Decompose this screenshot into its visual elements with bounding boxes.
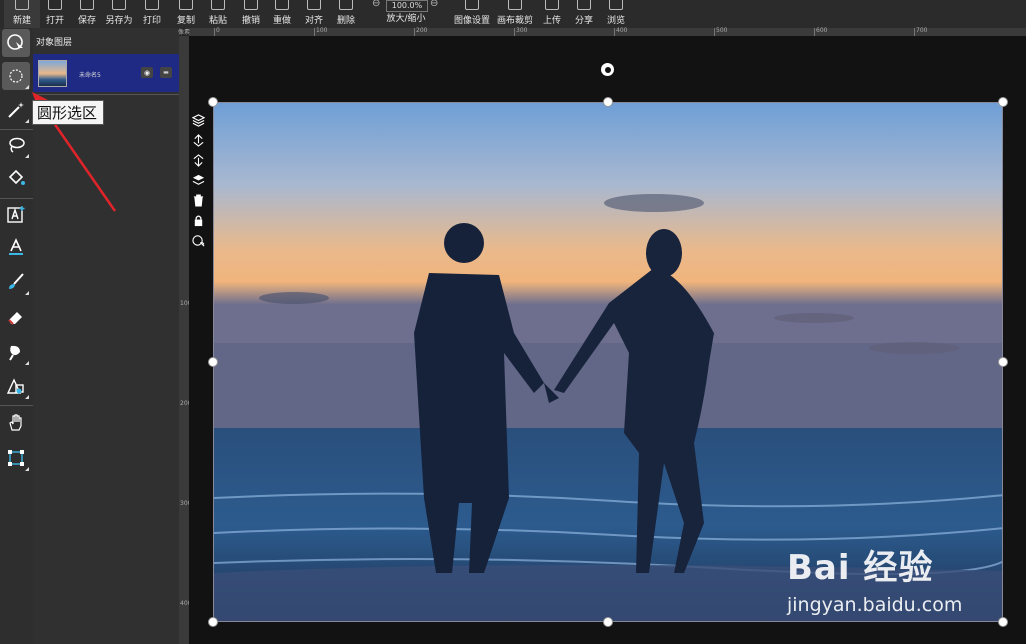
transform-tool[interactable] [2, 444, 30, 472]
bring-to-front-button[interactable] [190, 172, 206, 188]
zoom-button[interactable]: 放大/缩小 [381, 2, 431, 30]
hand-tool[interactable] [2, 409, 30, 437]
delete-object-button[interactable] [190, 192, 206, 208]
zoom-out-icon[interactable]: ⊖ [372, 0, 380, 9]
trash-icon [193, 193, 203, 207]
top-toolbar: 新建 打开 保存 另存为 打印 复制 粘贴 撤销 重做 对齐 删除 ⊖ 100.… [0, 0, 1026, 29]
resize-handle-nw[interactable] [208, 97, 218, 107]
print-icon [145, 0, 159, 10]
resize-handle-sw[interactable] [208, 617, 218, 627]
pointer-select-icon [7, 34, 23, 51]
copy-icon [179, 0, 193, 10]
browse-icon [609, 0, 623, 10]
browse-button[interactable]: 浏览 [601, 0, 631, 28]
delete-icon [339, 0, 353, 10]
baidu-watermark: Bai 经验 jingyan.baidu.com [787, 540, 962, 616]
resize-handle-se[interactable] [998, 617, 1008, 627]
upload-icon [545, 0, 559, 10]
lock-icon [194, 214, 202, 226]
transform-icon [8, 450, 24, 466]
resize-handle-n[interactable] [603, 97, 613, 107]
open-icon [48, 0, 62, 10]
share-icon [577, 0, 591, 10]
save-icon [80, 0, 94, 10]
print-button[interactable]: 打印 [137, 0, 167, 28]
smudge-icon [9, 345, 20, 361]
hand-icon [9, 414, 22, 431]
shape-tool[interactable] [2, 372, 30, 400]
resize-handle-e[interactable] [998, 357, 1008, 367]
send-backward-button[interactable] [190, 152, 206, 168]
ruler-vertical: 100 200 300 400 [179, 36, 191, 644]
upload-button[interactable]: 上传 [537, 0, 567, 28]
object-action-bar [190, 112, 206, 252]
stack-top-icon [192, 174, 204, 185]
tool-tooltip: 圆形选区 [32, 100, 104, 125]
eye-icon[interactable]: ◉ [141, 67, 153, 78]
crop-icon [508, 0, 522, 10]
share-button[interactable]: 分享 [569, 0, 599, 28]
layer-name: 未命名5 [79, 72, 101, 79]
rotate-object-button[interactable] [190, 232, 206, 248]
ruler-corner-label: 像素 [178, 29, 191, 36]
ruler-horizontal: 像素 0 100 200 300 400 500 600 700 [178, 27, 1026, 36]
crop-button[interactable]: 画布裁剪 [495, 0, 535, 28]
undo-icon [244, 0, 258, 10]
select-tool[interactable] [2, 29, 30, 57]
eraser-icon [8, 312, 22, 325]
resize-handle-s[interactable] [603, 617, 613, 627]
rotate-icon [191, 234, 204, 246]
align-button[interactable]: 对齐 [299, 0, 329, 28]
arrow-up-layer-icon [193, 133, 203, 147]
redo-button[interactable]: 重做 [267, 0, 297, 28]
zoom-in-icon[interactable]: ⊖ [430, 0, 438, 9]
eraser-tool[interactable] [2, 303, 30, 331]
paint-brush-icon [9, 273, 24, 289]
save-as-icon [112, 0, 126, 10]
resize-handle-w[interactable] [208, 357, 218, 367]
layers-panel-title: 对象图层 [36, 38, 73, 48]
text-underline-icon [9, 238, 23, 255]
paste-button[interactable]: 粘贴 [203, 0, 233, 28]
paste-icon [211, 0, 225, 10]
brush-tool[interactable] [2, 268, 30, 296]
text-style-tool[interactable] [2, 233, 30, 261]
resize-handle-ne[interactable] [998, 97, 1008, 107]
save-as-button[interactable]: 另存为 [102, 0, 136, 28]
new-file-icon [15, 0, 29, 10]
redo-icon [275, 0, 289, 10]
watermark-url: jingyan.baidu.com [787, 594, 963, 616]
shapes-icon [6, 378, 24, 394]
copy-button[interactable]: 复制 [171, 0, 201, 28]
image-settings-icon [465, 0, 479, 10]
save-button[interactable]: 保存 [72, 0, 102, 28]
open-button[interactable]: 打开 [40, 0, 70, 28]
delete-button[interactable]: 删除 [331, 0, 361, 28]
watermark-brand: Bai 经验 [787, 548, 934, 588]
layers-icon [191, 113, 205, 127]
image-settings-button[interactable]: 图像设置 [452, 0, 492, 28]
arrow-down-layer-icon [193, 153, 203, 167]
bring-forward-button[interactable] [190, 132, 206, 148]
layer-order-button[interactable] [190, 112, 206, 128]
lock-object-button[interactable] [190, 212, 206, 228]
new-button[interactable]: 新建 [4, 0, 40, 28]
folder-icon[interactable]: ▬ [160, 67, 172, 78]
rotate-handle[interactable] [601, 63, 614, 76]
smudge-tool[interactable] [2, 338, 30, 366]
align-icon [307, 0, 321, 10]
undo-button[interactable]: 撤销 [236, 0, 266, 28]
